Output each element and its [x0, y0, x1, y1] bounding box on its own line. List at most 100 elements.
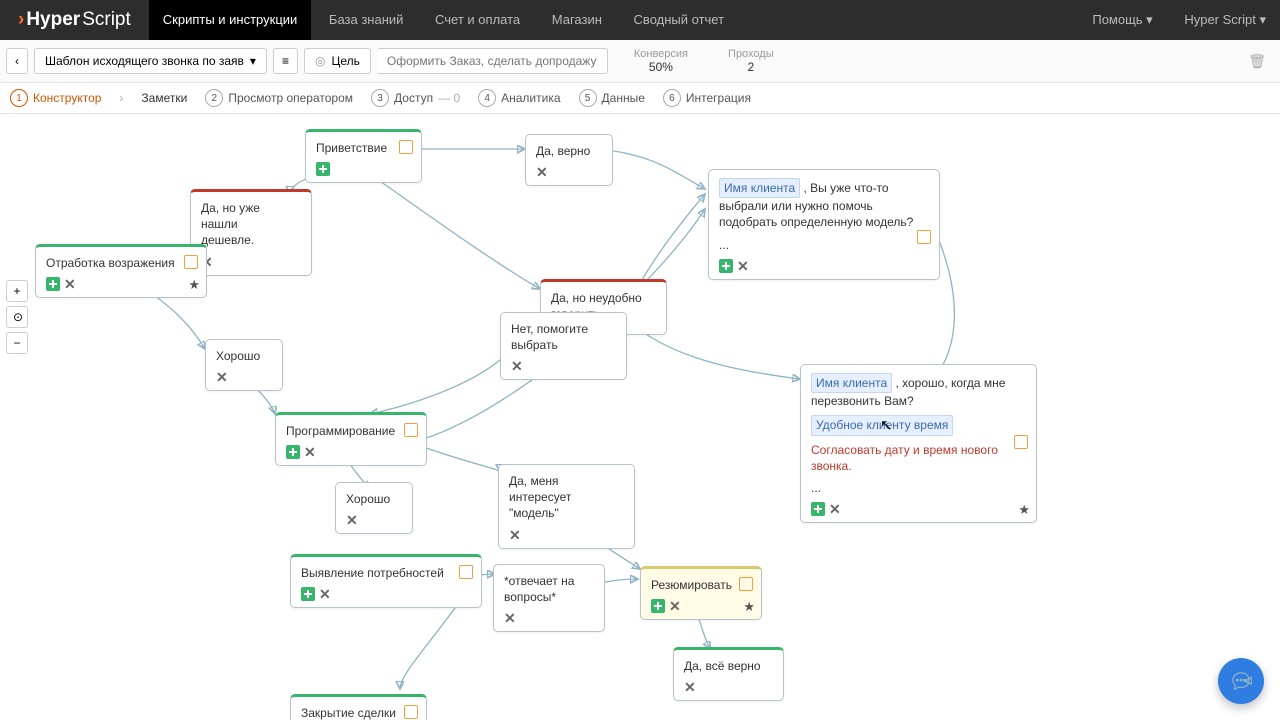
template-dropdown[interactable]: Шаблон исходящего звонка по заяв ▾	[34, 48, 267, 74]
node-text: Да, всё верно	[684, 658, 773, 674]
node-text: Приветствие	[316, 140, 411, 156]
cursor-icon: ↖	[880, 416, 893, 434]
brand-pre: Hyper	[26, 9, 80, 31]
nav-user[interactable]: Hyper Script ▾	[1170, 0, 1280, 40]
step-notes[interactable]: Заметки	[141, 91, 187, 105]
zoom-reset-button[interactable]: ⊙	[6, 306, 28, 328]
node-text: Нет, помогите выбрать	[511, 321, 616, 353]
step-access[interactable]: 3Доступ — 0	[371, 89, 460, 107]
stat-passes: Проходы2	[728, 48, 774, 74]
close-icon[interactable]: ✕	[304, 445, 316, 459]
goal-checkbox[interactable]	[399, 140, 413, 154]
nav-store[interactable]: Магазин	[538, 0, 616, 40]
nav-scripts[interactable]: Скрипты и инструкции	[149, 0, 312, 40]
node-text: Закрытие сделки	[301, 705, 416, 720]
close-icon[interactable]: ✕	[504, 611, 516, 625]
node-summarize[interactable]: Резюмировать ★ ✕	[640, 566, 762, 620]
stat-conversion: Конверсия50%	[634, 48, 688, 74]
zoom-out-button[interactable]: −	[6, 332, 28, 354]
zoom-in-button[interactable]: +	[6, 280, 28, 302]
close-icon[interactable]: ✕	[829, 502, 841, 516]
add-icon[interactable]	[46, 277, 60, 291]
nav-report[interactable]: Сводный отчет	[620, 0, 739, 40]
node-text: Да, меня интересует "модель"	[509, 473, 624, 522]
canvas[interactable]: Приветствие Да, верно ✕ Да, но уже нашли…	[0, 114, 1280, 720]
goal-checkbox[interactable]	[1014, 435, 1028, 449]
node-close-deal[interactable]: Закрытие сделки	[290, 694, 427, 720]
brand-post: Script	[82, 9, 131, 31]
close-icon[interactable]: ✕	[216, 370, 228, 384]
node-ok-1[interactable]: Хорошо ✕	[205, 339, 283, 391]
step-constructor[interactable]: 1Конструктор	[10, 89, 101, 107]
node-yes-correct[interactable]: Да, верно ✕	[525, 134, 613, 186]
brand-logo: › HyperScript	[0, 9, 149, 31]
node-text: Программирование	[286, 423, 416, 439]
step-preview[interactable]: 2Просмотр оператором	[205, 89, 353, 107]
var-client-name: Имя клиента	[811, 373, 892, 393]
step-analytics[interactable]: 4Аналитика	[478, 89, 560, 107]
star-icon[interactable]: ★	[1018, 501, 1030, 519]
node-action-red: Согласовать дату и время нового звонка.	[811, 442, 1026, 474]
close-icon[interactable]: ✕	[64, 277, 76, 291]
node-text: Да, верно	[536, 143, 602, 159]
goal-checkbox[interactable]	[917, 230, 931, 244]
node-text: Хорошо	[346, 491, 402, 507]
goal-input[interactable]	[377, 48, 608, 74]
goal-checkbox[interactable]	[404, 705, 418, 719]
node-ok-3[interactable]: Да, всё верно ✕	[673, 647, 784, 701]
close-icon[interactable]: ✕	[737, 259, 749, 273]
primary-nav: Скрипты и инструкции База знаний Счет и …	[149, 0, 738, 40]
add-icon[interactable]	[286, 445, 300, 459]
node-text: Да, но уже нашли дешевле.	[201, 200, 301, 249]
nav-billing[interactable]: Счет и оплата	[421, 0, 534, 40]
var-client-name: Имя клиента	[719, 178, 800, 198]
node-speech-callback[interactable]: Имя клиента , хорошо, когда мне перезвон…	[800, 364, 1037, 523]
node-text: Резюмировать	[651, 577, 751, 593]
step-data[interactable]: 5Данные	[579, 89, 645, 107]
nav-help[interactable]: Помощь ▾	[1078, 0, 1166, 40]
chat-bubble-button[interactable]	[1218, 658, 1264, 704]
node-answers[interactable]: *отвечает на вопросы* ✕	[493, 564, 605, 632]
close-icon[interactable]: ✕	[684, 680, 696, 694]
add-icon[interactable]	[811, 502, 825, 516]
close-icon[interactable]: ✕	[536, 165, 548, 179]
star-icon[interactable]: ★	[188, 276, 200, 294]
step-sep: ›	[119, 91, 123, 105]
menu-button[interactable]: ≡	[273, 48, 298, 74]
node-ok-2[interactable]: Хорошо ✕	[335, 482, 413, 534]
step-integration[interactable]: 6Интеграция	[663, 89, 751, 107]
node-text: *отвечает на вопросы*	[504, 573, 594, 605]
star-icon[interactable]: ★	[743, 598, 755, 616]
goal-checkbox[interactable]	[739, 577, 753, 591]
goal-checkbox[interactable]	[184, 255, 198, 269]
close-icon[interactable]: ✕	[511, 359, 523, 373]
add-icon[interactable]	[316, 162, 330, 176]
back-button[interactable]: ‹	[6, 48, 28, 74]
node-text: Отработка возражения	[46, 255, 196, 271]
node-objection[interactable]: Отработка возражения ★ ✕	[35, 244, 207, 298]
add-icon[interactable]	[651, 599, 665, 613]
close-icon[interactable]: ✕	[319, 587, 331, 601]
node-text: Хорошо	[216, 348, 272, 364]
goal-checkbox[interactable]	[404, 423, 418, 437]
node-ellipsis: ...	[811, 480, 1026, 496]
add-icon[interactable]	[719, 259, 733, 273]
node-cheaper[interactable]: Да, но уже нашли дешевле. ✕	[190, 189, 312, 276]
delete-icon[interactable]: 🗑	[1248, 53, 1266, 70]
goal-button[interactable]: ◎Цель	[304, 48, 371, 74]
node-needs[interactable]: Выявление потребностей ✕	[290, 554, 482, 608]
close-icon[interactable]: ✕	[669, 599, 681, 613]
chat-icon	[1230, 670, 1252, 692]
close-icon[interactable]: ✕	[509, 528, 521, 542]
node-text: Имя клиента , Вы уже что-то выбрали или …	[719, 178, 929, 231]
node-greeting[interactable]: Приветствие	[305, 129, 422, 183]
node-speech-chosen[interactable]: Имя клиента , Вы уже что-то выбрали или …	[708, 169, 940, 280]
goal-checkbox[interactable]	[459, 565, 473, 579]
node-text: Выявление потребностей	[301, 565, 471, 581]
close-icon[interactable]: ✕	[346, 513, 358, 527]
node-model[interactable]: Да, меня интересует "модель" ✕	[498, 464, 635, 549]
node-help[interactable]: Нет, помогите выбрать ✕	[500, 312, 627, 380]
nav-knowledge[interactable]: База знаний	[315, 0, 418, 40]
node-programming[interactable]: Программирование ✕	[275, 412, 427, 466]
add-icon[interactable]	[301, 587, 315, 601]
